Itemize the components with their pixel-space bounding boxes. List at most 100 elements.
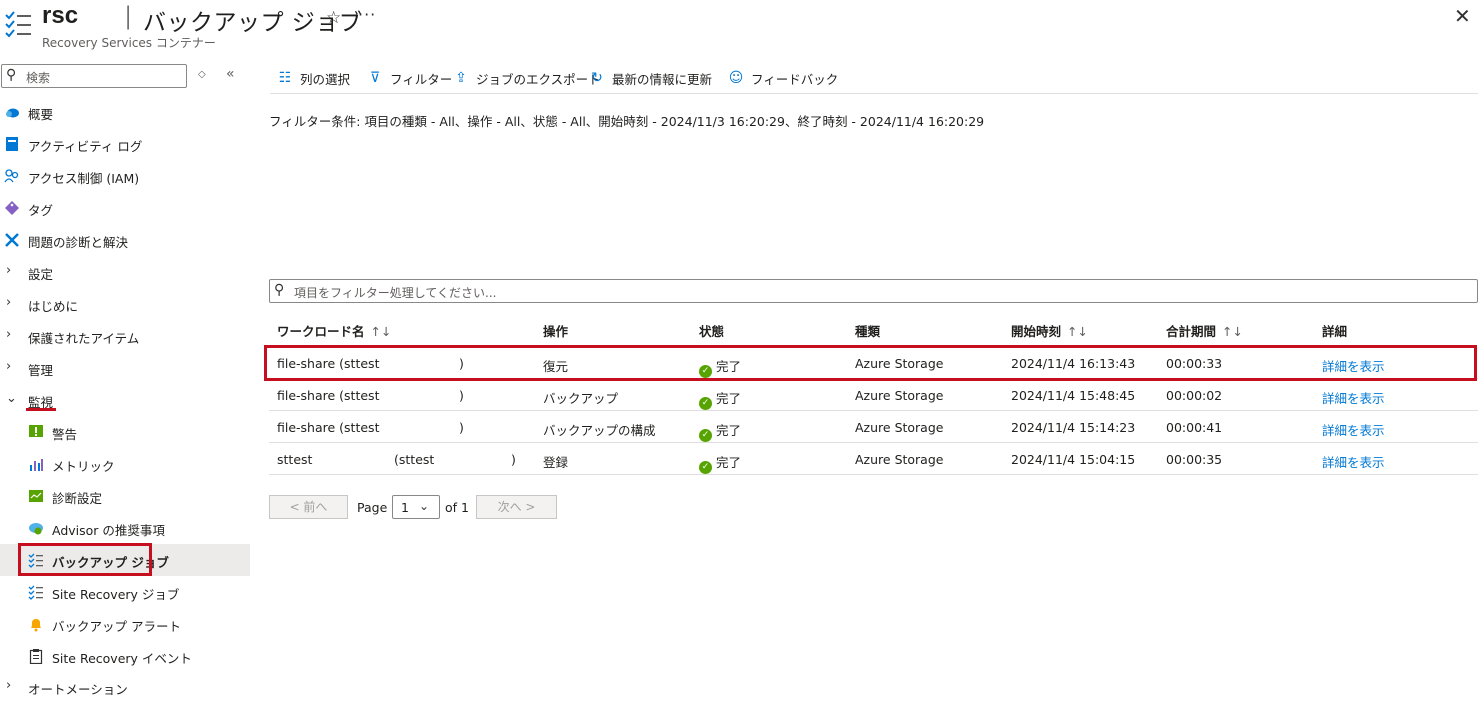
sidebar-item-label: オートメーション — [28, 682, 128, 697]
sidebar-item-label: タグ — [28, 203, 54, 218]
sort-icon: ↑↓ — [370, 324, 392, 339]
workload-type: Azure Storage — [855, 388, 944, 403]
sidebar-item-label: 問題の診断と解決 — [28, 235, 129, 250]
sidebar-group-automation[interactable]: › オートメーション — [0, 671, 250, 702]
page-select[interactable]: 1 ⌄ — [392, 495, 440, 519]
previous-page-button[interactable]: < 前へ — [269, 495, 348, 519]
header-label: 種類 — [855, 324, 881, 339]
sidebar-search-input[interactable]: ⚲ 検索 — [1, 64, 187, 88]
advisor-icon — [29, 523, 43, 535]
page-select-value: 1 — [401, 500, 409, 515]
column-header-status: 状態 — [699, 312, 724, 344]
choose-columns-button[interactable]: ☷ 列の選択 — [276, 67, 350, 89]
filter-label: フィルター — [390, 71, 453, 87]
export-icon: ⇪ — [455, 70, 467, 86]
sidebar-item-alerts[interactable]: 警告 — [0, 416, 250, 448]
sidebar-item-label: 保護されたアイテム — [28, 331, 140, 346]
sidebar-item-label: 警告 — [52, 427, 78, 442]
sidebar-item-advisor[interactable]: Advisor の推奨事項 — [0, 512, 250, 544]
refresh-button[interactable]: ↻ 最新の情報に更新 — [588, 67, 712, 89]
sidebar-item-diagnose[interactable]: 問題の診断と解決 — [0, 224, 250, 256]
more-options-icon[interactable]: ··· — [358, 5, 376, 24]
column-header-type: 種類 — [855, 312, 880, 344]
sidebar-item-label: はじめに — [28, 299, 79, 314]
sidebar-item-label: Site Recovery イベント — [52, 651, 192, 666]
backup-jobs-app-icon — [5, 11, 31, 38]
collapse-sidebar-icon[interactable]: « — [226, 66, 235, 82]
page-count-label: of 1 — [445, 500, 469, 515]
filter-icon: ⊽ — [369, 70, 381, 86]
sidebar-item-label: 概要 — [28, 107, 54, 122]
next-page-button[interactable]: 次へ > — [476, 495, 557, 519]
filter-placeholder: 項目をフィルター処理してください... — [294, 286, 497, 300]
chevron-right-icon: › — [6, 263, 12, 278]
activity-log-icon — [6, 137, 18, 151]
sidebar-group-protected-items[interactable]: › 保護されたアイテム — [0, 320, 250, 352]
success-check-icon: ✓ — [699, 429, 712, 442]
search-icon: ⚲ — [274, 282, 285, 298]
workload-name: sttest — [277, 452, 313, 467]
chevron-right-icon: › — [6, 327, 12, 342]
success-check-icon: ✓ — [699, 397, 712, 410]
sidebar-item-tags[interactable]: タグ — [0, 192, 250, 224]
cloud-overview-icon — [6, 108, 19, 118]
sidebar-item-activity-log[interactable]: アクティビティ ログ — [0, 128, 250, 160]
sidebar-group-monitoring[interactable]: ⌄ 監視 — [0, 384, 250, 416]
sidebar-group-settings[interactable]: › 設定 — [0, 256, 250, 288]
table-row[interactable]: sttest (sttest ) 登録 ✓ 完了 Azure Storage 20… — [269, 443, 1478, 475]
sidebar-expand-toggle-icon[interactable]: ◇ — [198, 69, 206, 80]
feedback-button[interactable]: ☺ フィードバック — [727, 67, 839, 89]
sidebar-group-getting-started[interactable]: › はじめに — [0, 288, 250, 320]
status-label: 完了 — [716, 455, 742, 470]
page-label: Page — [357, 500, 388, 515]
items-filter-input[interactable]: ⚲ 項目をフィルター処理してください... — [269, 279, 1478, 303]
favorite-star-icon[interactable]: ☆ — [326, 8, 341, 28]
status: ✓ 完了 — [699, 420, 741, 442]
view-details-link[interactable]: 詳細を表示 — [1322, 420, 1385, 439]
start-time: 2024/11/4 15:14:23 — [1011, 420, 1136, 435]
sidebar-item-diagnostic-settings[interactable]: 診断設定 — [0, 480, 250, 512]
command-bar: ☷ 列の選択 ⊽ フィルター ⇪ ジョブのエクスポート ↻ 最新の情報に更新 ☺… — [270, 62, 1478, 94]
chevron-right-icon: › — [6, 678, 12, 693]
sidebar-item-overview[interactable]: 概要 — [0, 96, 250, 128]
table-row[interactable]: file-share (sttest ) バックアップの構成 ✓ 完了 Azure… — [269, 411, 1478, 443]
operation: バックアップ — [543, 391, 619, 406]
column-header-workload[interactable]: ワークロード名 ↑↓ — [277, 312, 391, 344]
table-row[interactable]: file-share (sttest ) バックアップ ✓ 完了 Azure St… — [269, 379, 1478, 411]
sidebar-item-metrics[interactable]: メトリック — [0, 448, 250, 480]
workload-name: file-share (sttest — [277, 420, 380, 435]
chevron-down-icon: ⌄ — [419, 499, 430, 513]
columns-icon: ☷ — [278, 70, 292, 86]
export-jobs-button[interactable]: ⇪ ジョブのエクスポート — [452, 67, 601, 89]
filter-button[interactable]: ⊽ フィルター — [366, 67, 452, 89]
workload-name-suffix: ) — [459, 388, 464, 403]
sidebar-item-site-recovery-events[interactable]: Site Recovery イベント — [0, 640, 250, 672]
choose-columns-label: 列の選択 — [300, 71, 351, 87]
export-jobs-label: ジョブのエクスポート — [476, 71, 601, 87]
view-details-link[interactable]: 詳細を表示 — [1322, 452, 1385, 471]
workload-name-suffix: ) — [511, 452, 516, 467]
view-details-link[interactable]: 詳細を表示 — [1322, 388, 1385, 407]
sidebar-item-label: 管理 — [28, 363, 54, 378]
close-icon[interactable]: ✕ — [1454, 4, 1471, 28]
status-label: 完了 — [716, 391, 742, 406]
sidebar-item-label: Site Recovery ジョブ — [52, 587, 180, 602]
sidebar-item-label: 設定 — [28, 267, 54, 282]
column-header-operation: 操作 — [543, 312, 568, 344]
sidebar-group-manage[interactable]: › 管理 — [0, 352, 250, 384]
diagnostic-settings-icon — [29, 490, 43, 502]
header-label: ワークロード名 — [277, 324, 365, 339]
sidebar-item-label: Advisor の推奨事項 — [52, 523, 165, 538]
sidebar-item-label: アクティビティ ログ — [28, 139, 143, 154]
search-icon: ⚲ — [6, 67, 17, 83]
sidebar-item-backup-alerts[interactable]: バックアップ アラート — [0, 608, 250, 640]
alert-icon — [29, 425, 43, 437]
column-header-duration[interactable]: 合計期間 ↑↓ — [1166, 312, 1243, 344]
sidebar-item-site-recovery-jobs[interactable]: Site Recovery ジョブ — [0, 576, 250, 608]
backup-jobs-highlight-box — [18, 543, 152, 576]
status-label: 完了 — [716, 423, 742, 438]
start-time: 2024/11/4 15:04:15 — [1011, 452, 1136, 467]
sidebar-item-iam[interactable]: アクセス制御 (IAM) — [0, 160, 250, 192]
clipboard-icon — [29, 649, 43, 664]
column-header-start-time[interactable]: 開始時刻 ↑↓ — [1011, 312, 1088, 344]
